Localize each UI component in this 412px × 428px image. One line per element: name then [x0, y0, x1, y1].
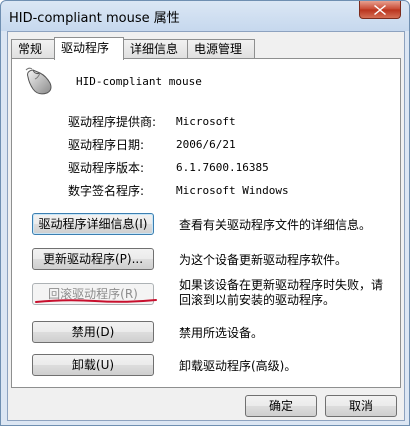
window-title: HID-compliant mouse 属性: [9, 11, 180, 26]
version-value: 6.1.7600.16385: [176, 161, 269, 174]
driver-details-desc: 查看有关驱动程序文件的详细信息。: [179, 218, 372, 232]
driver-panel: HID-compliant mouse 驱动程序提供商: Microsoft 驱…: [11, 58, 401, 388]
provider-label: 驱动程序提供商:: [68, 115, 157, 129]
tab-general[interactable]: 常规: [11, 39, 55, 58]
driver-details-button[interactable]: 驱动程序详细信息(I): [32, 213, 154, 235]
mouse-icon: [25, 67, 52, 95]
provider-value: Microsoft: [176, 115, 236, 128]
date-label: 驱动程序日期:: [68, 138, 145, 152]
red-underline-annotation: [35, 299, 157, 303]
dialog-body: 常规 驱动程序 详细信息 电源管理 HID-compliant mouse 驱动…: [7, 31, 405, 421]
signer-label: 数字签名程序:: [68, 184, 145, 198]
tab-power-management[interactable]: 电源管理: [187, 39, 255, 58]
uninstall-button[interactable]: 卸载(U): [32, 354, 154, 376]
uninstall-desc: 卸载驱动程序(高级)。: [179, 359, 297, 373]
title-bar[interactable]: HID-compliant mouse 属性: [1, 1, 409, 31]
update-driver-desc: 为这个设备更新驱动程序软件。: [179, 253, 348, 267]
close-button[interactable]: [359, 1, 401, 19]
device-name: HID-compliant mouse: [76, 75, 202, 88]
tab-details[interactable]: 详细信息: [123, 39, 188, 58]
rollback-driver-desc: 如果该设备在更新驱动程序时失败，请回滚到以前安装的驱动程序。: [179, 278, 384, 307]
disable-desc: 禁用所选设备。: [179, 326, 264, 340]
cancel-button[interactable]: 取消: [325, 395, 397, 417]
update-driver-button[interactable]: 更新驱动程序(P)...: [32, 248, 154, 270]
tab-driver[interactable]: 驱动程序: [54, 37, 124, 60]
ok-button[interactable]: 确定: [245, 395, 317, 417]
disable-button[interactable]: 禁用(D): [32, 321, 154, 343]
properties-window: HID-compliant mouse 属性 常规 驱动程序 详细信息 电源管理: [0, 0, 410, 426]
version-label: 驱动程序版本:: [68, 161, 145, 175]
close-icon: [374, 4, 386, 15]
date-value: 2006/6/21: [176, 138, 236, 151]
signer-value: Microsoft Windows: [176, 184, 289, 197]
